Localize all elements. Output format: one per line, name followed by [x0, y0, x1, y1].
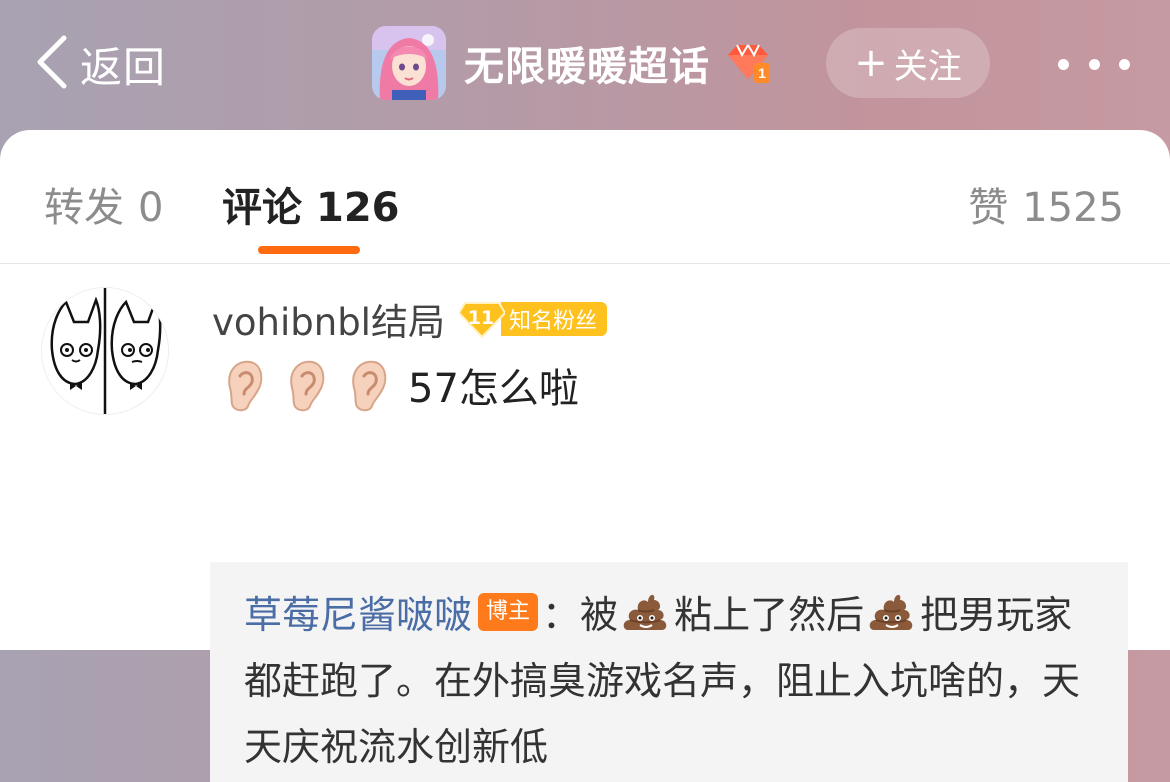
follow-label: 关注 — [893, 46, 962, 87]
reply-text-1: 被 — [580, 593, 619, 637]
reply-text-2: 粘上了然后 — [674, 593, 865, 637]
tab-like[interactable]: 赞 1525 — [968, 175, 1124, 233]
topic-header[interactable]: 无限暖暖超话 1 — [372, 26, 772, 100]
more-dot — [1058, 58, 1069, 70]
tab-like-label: 赞 — [968, 185, 1009, 231]
super-topic-level-icon: 1 — [724, 41, 772, 85]
tab-comment-label: 评论 — [222, 185, 302, 231]
fan-level-number: 11 — [467, 307, 495, 329]
tab-comment-count: 126 — [316, 185, 400, 231]
tab-repost[interactable]: 转发 0 — [44, 175, 163, 233]
more-dot — [1088, 58, 1100, 70]
topic-title: 无限暖暖超话 — [464, 44, 710, 90]
poop-emoji-icon — [868, 590, 916, 634]
comment-header: vohibnbl结局 11 知名粉丝 — [212, 292, 607, 346]
tab-comment[interactable]: 评论 126 — [222, 175, 400, 233]
poop-emoji-icon — [622, 590, 670, 634]
avatar[interactable] — [41, 287, 169, 415]
reply-username[interactable]: 草莓尼酱啵啵 — [244, 593, 472, 637]
tab-bar: 转发 0 评论 126 赞 1525 — [0, 130, 1170, 264]
tab-repost-label: 转发 — [44, 185, 124, 231]
comment-body: 57怎么啦 — [216, 356, 579, 414]
topic-level-number: 1 — [758, 65, 766, 81]
fan-badge[interactable]: 11 知名粉丝 — [458, 299, 607, 339]
plus-icon: + — [854, 40, 888, 86]
reply-separator: ： — [542, 593, 581, 637]
back-button[interactable]: 返回 — [34, 34, 167, 94]
fan-level-icon: 11 — [458, 299, 505, 339]
ear-emoji-icon — [340, 358, 392, 412]
more-options-icon[interactable] — [1058, 52, 1130, 76]
fan-badge-label: 知名粉丝 — [500, 302, 607, 336]
top-nav-bar: 返回 无限暖暖超话 1 + 关注 — [0, 0, 1170, 130]
tab-like-count: 1525 — [1022, 185, 1124, 231]
back-label: 返回 — [80, 42, 167, 92]
ear-emoji-icon — [278, 358, 330, 412]
more-dot — [1119, 58, 1130, 70]
comment-username[interactable]: vohibnbl结局 — [212, 292, 445, 346]
ear-emoji-icon — [216, 358, 268, 412]
tab-repost-count: 0 — [138, 185, 164, 231]
topic-avatar — [372, 26, 446, 100]
reply-box[interactable]: 草莓尼酱啵啵 博主 ：被 粘上了然后 把男玩家都赶跑了。在外搞臭游戏名声，阻止入坑啥的，… — [210, 562, 1128, 782]
comment-text: 57怎么啦 — [408, 366, 579, 412]
follow-button[interactable]: + 关注 — [826, 28, 990, 98]
active-tab-indicator — [258, 246, 360, 254]
comment-sheet: 转发 0 评论 126 赞 1525 vohibnbl结局 11 知名粉丝 57… — [0, 130, 1170, 782]
author-badge: 博主 — [478, 593, 539, 631]
chevron-left-icon — [34, 34, 70, 94]
